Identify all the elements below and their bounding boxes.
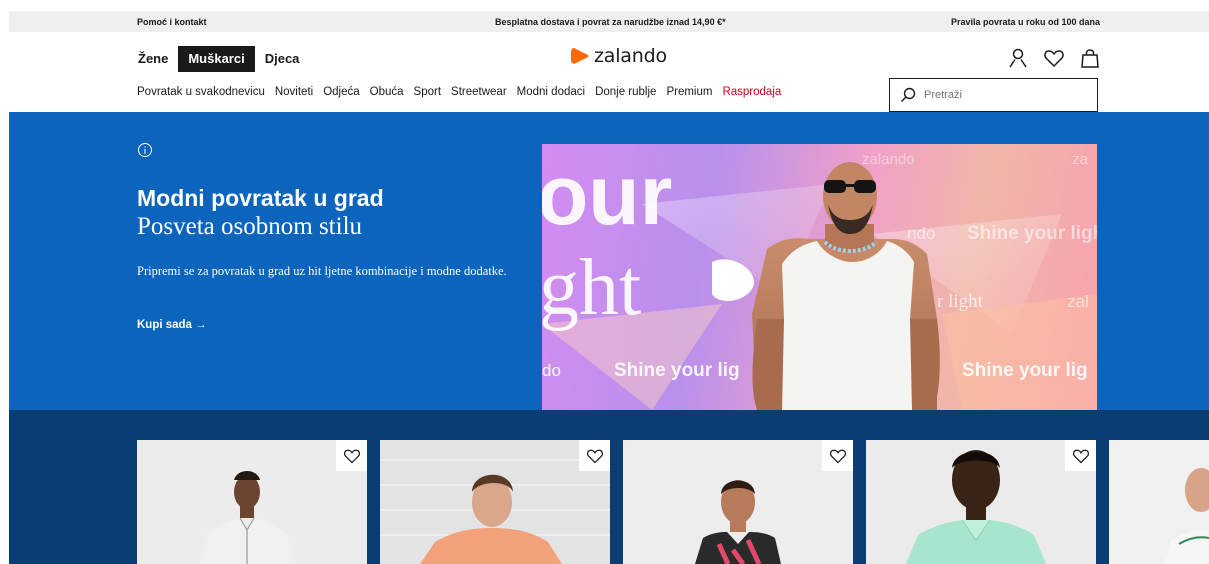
- nav-underwear[interactable]: Donje rublje: [595, 86, 656, 98]
- nav-accessories[interactable]: Modni dodaci: [517, 86, 585, 98]
- nav-streetwear[interactable]: Streetwear: [451, 86, 507, 98]
- top-info-bar: Pomoć i kontakt Besplatna dostava i povr…: [9, 11, 1209, 32]
- hero-description: Pripremi se za povratak u grad uz hit lj…: [137, 264, 507, 278]
- campaign-shine-text-1: Shine your lig: [614, 360, 740, 381]
- zalando-logo-icon: [571, 48, 589, 64]
- bag-icon[interactable]: [1079, 47, 1101, 69]
- heart-icon: [343, 449, 360, 463]
- tab-men[interactable]: Muškarci: [178, 46, 255, 72]
- info-icon[interactable]: [137, 142, 153, 158]
- tab-women[interactable]: Žene: [128, 46, 178, 72]
- hero-subtitle: Posveta osobnom stilu: [137, 213, 363, 240]
- campaign-do-text: do: [542, 361, 561, 380]
- campaign-ndo-text: ndo: [907, 224, 935, 243]
- campaign-zalando-text-1: zalando: [862, 151, 915, 168]
- nav-sale[interactable]: Rasprodaja: [722, 86, 781, 98]
- header: Žene Muškarci Djeca zalando: [0, 38, 1209, 80]
- zalando-logo[interactable]: zalando: [570, 45, 667, 67]
- search-icon: [901, 87, 916, 102]
- logo-text: zalando: [594, 45, 667, 67]
- wishlist-button[interactable]: [336, 440, 367, 471]
- heart-icon[interactable]: [1043, 47, 1065, 69]
- header-icons: [1007, 47, 1101, 69]
- product-card[interactable]: [137, 440, 367, 564]
- product-image: [380, 440, 610, 564]
- product-carousel: [9, 410, 1209, 564]
- campaign-shine-text-3: Shine your ligh: [967, 223, 1097, 244]
- search-box[interactable]: [889, 78, 1098, 112]
- nav-new[interactable]: Noviteti: [275, 86, 313, 98]
- nav-sport[interactable]: Sport: [414, 86, 442, 98]
- product-image: [137, 440, 367, 564]
- nav-back-to-everyday[interactable]: Povratak u svakodnevicu: [137, 86, 265, 98]
- hero-banner: Modni povratak u grad Posveta osobnom st…: [9, 112, 1209, 410]
- category-tabs: Žene Muškarci Djeca: [128, 46, 309, 72]
- hero-campaign-image[interactable]: our ght ndo Shine your ligh r light zal …: [542, 144, 1097, 410]
- main-nav: Povratak u svakodnevicu Noviteti Odjeća …: [137, 86, 791, 98]
- hero-title: Modni povratak u grad: [137, 185, 384, 211]
- wishlist-button[interactable]: [1065, 440, 1096, 471]
- campaign-artwork: our ght ndo Shine your ligh r light zal …: [542, 148, 1097, 410]
- search-input[interactable]: [924, 89, 1074, 101]
- campaign-big-text-2: ght: [542, 244, 641, 332]
- heart-icon: [1072, 449, 1089, 463]
- tab-kids[interactable]: Djeca: [255, 46, 310, 72]
- wishlist-button[interactable]: [822, 440, 853, 471]
- product-card[interactable]: [380, 440, 610, 564]
- product-card[interactable]: [1109, 440, 1209, 564]
- campaign-zalando-text-3: za: [1072, 151, 1089, 168]
- user-icon[interactable]: [1007, 47, 1029, 69]
- campaign-zalando-text-2: zal: [1067, 292, 1089, 311]
- nav-shoes[interactable]: Obuća: [370, 86, 404, 98]
- shop-now-link[interactable]: Kupi sada →: [137, 319, 207, 331]
- wishlist-button[interactable]: [579, 440, 610, 471]
- nav-premium[interactable]: Premium: [666, 86, 712, 98]
- campaign-light-text: r light: [937, 291, 984, 312]
- heart-icon: [829, 449, 846, 463]
- shipping-info[interactable]: Besplatna dostava i povrat za narudžbe i…: [495, 17, 726, 27]
- returns-info[interactable]: Pravila povrata u roku od 100 dana: [951, 17, 1100, 27]
- heart-icon: [586, 449, 603, 463]
- product-image: [866, 440, 1096, 564]
- nav-clothing[interactable]: Odjeća: [323, 86, 359, 98]
- product-card[interactable]: [866, 440, 1096, 564]
- campaign-big-text-1: our: [542, 148, 672, 242]
- product-card[interactable]: [623, 440, 853, 564]
- campaign-shine-text-2: Shine your lig: [962, 360, 1088, 381]
- product-image: [623, 440, 853, 564]
- help-link[interactable]: Pomoć i kontakt: [137, 17, 207, 27]
- product-image: [1109, 440, 1209, 564]
